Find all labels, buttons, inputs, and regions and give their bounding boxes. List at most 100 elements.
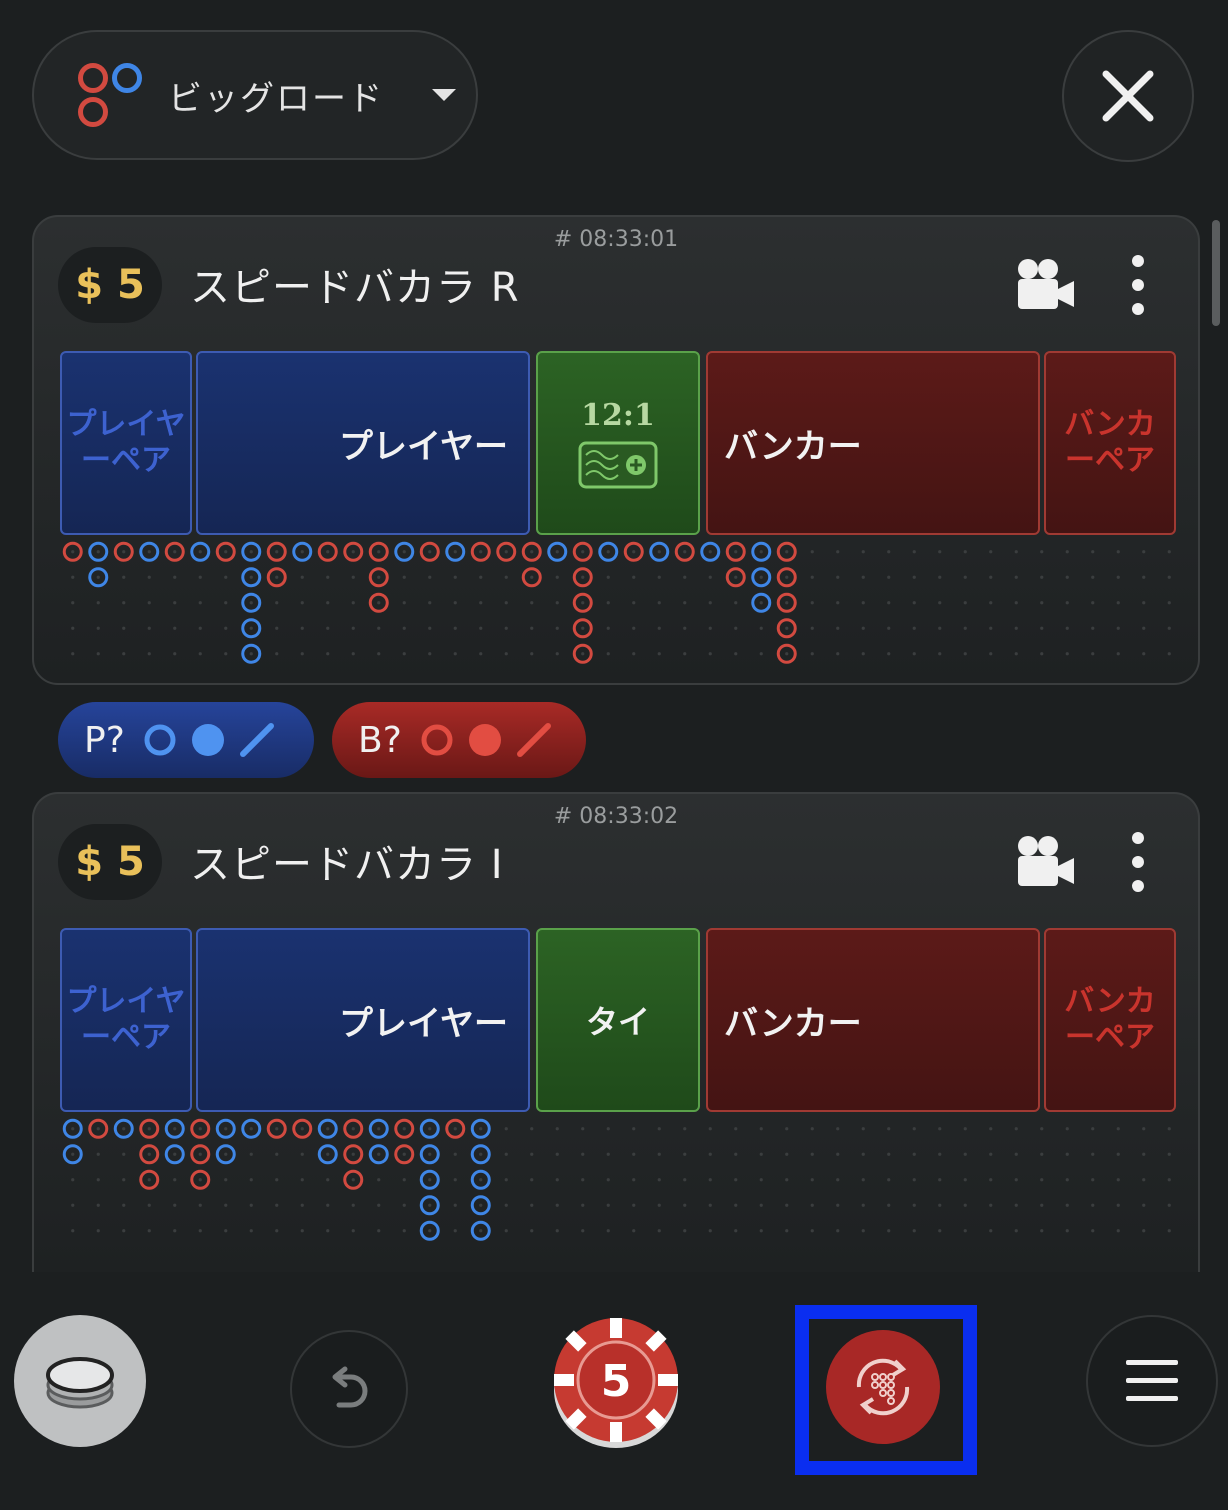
tie-chip-icon (578, 441, 658, 488)
road-grid-dot (1116, 1203, 1120, 1207)
road-grid-dot (300, 1178, 304, 1182)
road-grid-dot (198, 550, 202, 554)
road-grid-dot (810, 1203, 814, 1207)
bet-banker-pair[interactable]: バンカーペア (1044, 928, 1176, 1112)
road-grid-dot (1167, 1178, 1171, 1182)
road-grid-dot (912, 1127, 916, 1131)
bet-tie[interactable]: タイ (536, 928, 700, 1112)
video-camera-icon[interactable] (1016, 834, 1076, 890)
road-grid-dot (606, 1203, 610, 1207)
road-grid-dot (1091, 1203, 1095, 1207)
road-grid-dot (351, 1178, 355, 1182)
road-grid-dot (377, 1229, 381, 1233)
road-grid-dot (326, 1127, 330, 1131)
undo-button[interactable] (290, 1330, 408, 1448)
bet-player[interactable]: プレイヤー (196, 928, 530, 1112)
road-grid-dot (453, 1203, 457, 1207)
road-grid-dot (224, 575, 228, 579)
road-grid-dot (632, 1229, 636, 1233)
bet-banker[interactable]: バンカー (706, 351, 1040, 535)
road-grid-dot (734, 550, 738, 554)
road-grid-dot (300, 1152, 304, 1156)
table-card[interactable]: # 08:33:01 $ 5 スピードバカラ R プレイヤーペア プレイヤー 1… (32, 215, 1200, 685)
scrollbar[interactable] (1212, 220, 1220, 326)
road-grid-dot (581, 1229, 585, 1233)
road-grid-dot (1014, 601, 1018, 605)
road-grid-dot (122, 1178, 126, 1182)
road-grid-dot (989, 575, 993, 579)
chip-selector-button[interactable]: 5 (550, 1316, 682, 1448)
road-grid-dot (734, 1152, 738, 1156)
road-grid-dot (402, 550, 406, 554)
bet-tie[interactable]: 12:1 (536, 351, 700, 535)
road-grid-dot (861, 550, 865, 554)
road-grid-dot (96, 1178, 100, 1182)
road-grid-dot (377, 652, 381, 656)
road-grid-dot (402, 575, 406, 579)
road-grid-dot (887, 1152, 891, 1156)
road-grid-dot (300, 601, 304, 605)
road-grid-dot (428, 1229, 432, 1233)
road-grid-dot (275, 626, 279, 630)
road-grid-dot (963, 1229, 967, 1233)
road-grid-dot (1014, 1127, 1018, 1131)
road-grid-dot (479, 1127, 483, 1131)
road-grid-dot (1167, 626, 1171, 630)
road-grid-dot (71, 575, 75, 579)
road-grid-dot (1142, 626, 1146, 630)
road-grid-dot (785, 626, 789, 630)
road-grid-dot (989, 652, 993, 656)
road-grid-dot (683, 1127, 687, 1131)
road-grid-dot (861, 1203, 865, 1207)
road-grid-dot (96, 652, 100, 656)
road-grid-dot (555, 1203, 559, 1207)
bet-player-pair[interactable]: プレイヤーペア (60, 928, 192, 1112)
player-prediction-button[interactable]: P? (58, 702, 314, 778)
road-grid-dot (275, 652, 279, 656)
road-grid-dot (810, 575, 814, 579)
hollow-circle-icon (421, 724, 453, 756)
road-grid-dot (683, 1152, 687, 1156)
road-grid-dot (96, 1127, 100, 1131)
road-grid-dot (785, 1203, 789, 1207)
road-grid-dot (1040, 1127, 1044, 1131)
road-grid-dot (71, 1203, 75, 1207)
bet-player[interactable]: プレイヤー (196, 351, 530, 535)
road-grid-dot (504, 575, 508, 579)
road-grid-dot (836, 626, 840, 630)
road-grid-dot (734, 1229, 738, 1233)
menu-button[interactable] (1086, 1315, 1218, 1447)
close-button[interactable] (1062, 30, 1194, 162)
road-grid-dot (249, 550, 253, 554)
road-grid-dot (989, 626, 993, 630)
banker-prediction-button[interactable]: B? (332, 702, 586, 778)
repeat-icon (856, 1358, 910, 1416)
bet-banker-pair[interactable]: バンカーペア (1044, 351, 1176, 535)
road-grid-dot (402, 1152, 406, 1156)
road-grid-dot (734, 1178, 738, 1182)
bet-player-pair[interactable]: プレイヤーペア (60, 351, 192, 535)
road-grid-dot (122, 1229, 126, 1233)
road-grid-dot (1167, 652, 1171, 656)
road-grid-dot (657, 1127, 661, 1131)
table-card[interactable]: # 08:33:02 $ 5 スピードバカラ I プレイヤーペア プレイヤー タ… (32, 792, 1200, 1272)
road-grid-dot (861, 1178, 865, 1182)
road-grid-dot (1040, 626, 1044, 630)
repeat-bet-button[interactable] (826, 1330, 940, 1444)
road-grid-dot (377, 575, 381, 579)
road-grid-dot (479, 626, 483, 630)
bet-spots: プレイヤーペア プレイヤー 12:1 バンカー バンカーペア (60, 351, 1176, 535)
video-camera-icon[interactable] (1016, 257, 1076, 313)
road-grid-dot (1014, 626, 1018, 630)
road-type-selector[interactable]: ビッグロード (32, 30, 478, 160)
road-grid-dot (326, 652, 330, 656)
road-grid-dot (479, 1203, 483, 1207)
road-grid-dot (147, 1203, 151, 1207)
bet-banker[interactable]: バンカー (706, 928, 1040, 1112)
more-options-button[interactable] (1122, 832, 1154, 892)
more-options-button[interactable] (1122, 255, 1154, 315)
chip-stack-button[interactable] (14, 1315, 146, 1447)
road-grid-dot (1091, 601, 1095, 605)
road-grid-dot (657, 601, 661, 605)
road-grid-dot (428, 1203, 432, 1207)
